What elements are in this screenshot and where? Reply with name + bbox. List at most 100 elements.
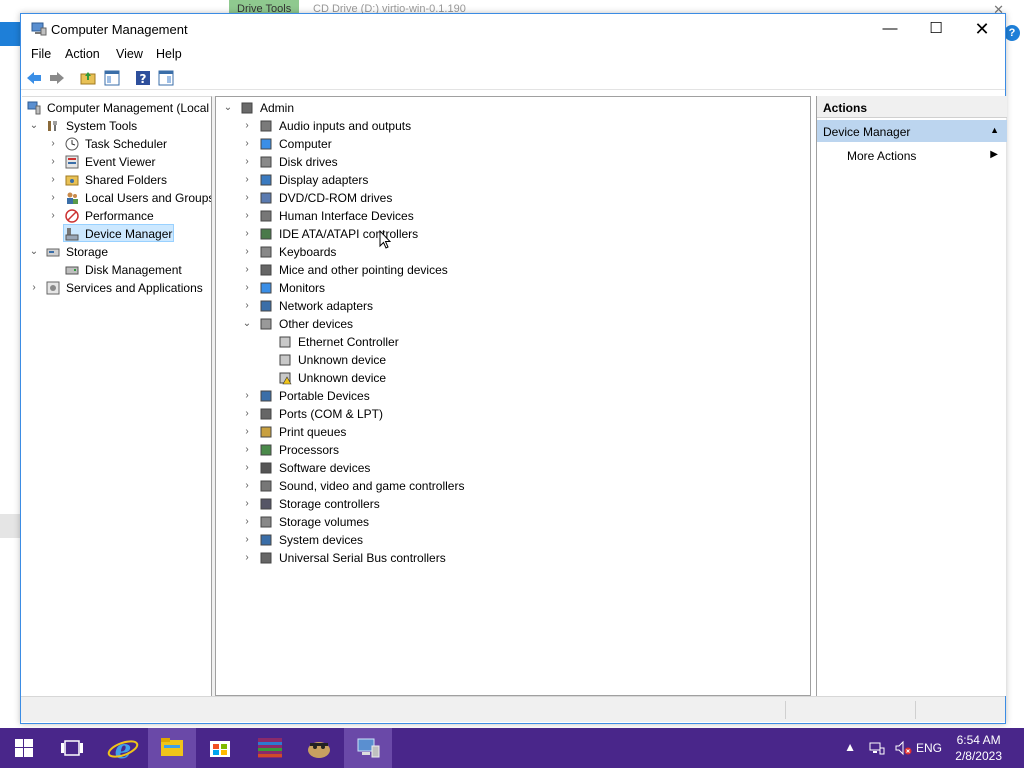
chevron-right-icon[interactable]: › — [29, 279, 39, 297]
volume-muted-icon[interactable] — [894, 740, 912, 756]
chevron-right-icon[interactable]: › — [242, 261, 252, 279]
action-pane-icon[interactable] — [157, 69, 175, 87]
tree-item-disk-management[interactable]: Disk Management — [22, 261, 211, 279]
up-folder-icon[interactable] — [79, 69, 97, 87]
device-category[interactable]: › Mice and other pointing devices — [216, 261, 806, 279]
tray-overflow-icon[interactable]: ▲ — [844, 740, 856, 754]
device-category[interactable]: › Universal Serial Bus controllers — [216, 549, 806, 567]
chevron-right-icon[interactable]: › — [242, 243, 252, 261]
device-category[interactable]: › Software devices — [216, 459, 806, 477]
device-category[interactable]: › Storage controllers — [216, 495, 806, 513]
tree-root[interactable]: Computer Management (Local — [22, 99, 211, 117]
tree-item-system-tools[interactable]: ⌄ System Tools — [22, 117, 211, 135]
chevron-right-icon[interactable]: › — [48, 153, 58, 171]
device-category[interactable]: › Computer — [216, 135, 806, 153]
title-bar[interactable]: Computer Management — ☐ ✕ — [21, 14, 1005, 44]
tree-item-device-manager[interactable]: Device Manager — [22, 225, 211, 243]
chevron-right-icon[interactable]: › — [242, 423, 252, 441]
chevron-right-icon[interactable]: › — [48, 189, 58, 207]
device-category[interactable]: › Sound, video and game controllers — [216, 477, 806, 495]
tree-item-task-scheduler[interactable]: › Task Scheduler — [22, 135, 211, 153]
device-category[interactable]: › System devices — [216, 531, 806, 549]
chevron-right-icon[interactable]: › — [242, 117, 252, 135]
collapse-up-icon[interactable]: ▲ — [990, 125, 999, 135]
device-category[interactable]: › Network adapters — [216, 297, 806, 315]
device-category[interactable]: › Display adapters — [216, 171, 806, 189]
tree-item-shared-folders[interactable]: › Shared Folders — [22, 171, 211, 189]
chevron-right-icon[interactable]: › — [48, 135, 58, 153]
clock[interactable]: 6:54 AM 2/8/2023 — [955, 732, 1002, 764]
chevron-right-icon[interactable]: › — [242, 207, 252, 225]
chevron-right-icon[interactable]: › — [242, 189, 252, 207]
chevron-right-icon[interactable]: › — [242, 135, 252, 153]
device-item[interactable]: Unknown device — [216, 369, 806, 387]
chevron-right-icon[interactable]: › — [48, 207, 58, 225]
tree-item-performance[interactable]: › Performance — [22, 207, 211, 225]
device-tree-root[interactable]: ⌄ Admin — [216, 99, 806, 117]
device-category[interactable]: › Processors — [216, 441, 806, 459]
back-arrow-icon[interactable] — [25, 69, 43, 87]
chevron-down-icon[interactable]: ⌄ — [29, 117, 39, 135]
minimize-button[interactable]: — — [867, 14, 913, 44]
computer-management-taskbar-icon[interactable] — [344, 728, 392, 768]
menu-view[interactable]: View — [116, 47, 143, 61]
chevron-right-icon[interactable]: › — [242, 549, 252, 567]
device-category[interactable]: › Audio inputs and outputs — [216, 117, 806, 135]
store-icon[interactable] — [196, 728, 244, 768]
chevron-right-icon[interactable]: › — [242, 405, 252, 423]
forward-arrow-icon[interactable] — [48, 69, 66, 87]
device-category[interactable]: › Storage volumes — [216, 513, 806, 531]
chevron-right-icon[interactable]: › — [242, 459, 252, 477]
internet-explorer-icon[interactable]: e — [99, 728, 147, 768]
actions-section-device-manager[interactable]: Device Manager ▲ — [817, 120, 1007, 142]
show-hide-tree-icon[interactable] — [103, 69, 121, 87]
device-item[interactable]: Unknown device — [216, 351, 806, 369]
background-help-icon[interactable]: ? — [1004, 25, 1020, 41]
task-view-button[interactable] — [48, 728, 96, 768]
device-category[interactable]: › DVD/CD-ROM drives — [216, 189, 806, 207]
application-icon[interactable] — [295, 728, 343, 768]
device-category[interactable]: › Print queues — [216, 423, 806, 441]
chevron-right-icon[interactable]: › — [242, 513, 252, 531]
device-category[interactable]: › Monitors — [216, 279, 806, 297]
chevron-right-icon[interactable]: › — [242, 279, 252, 297]
file-explorer-icon[interactable] — [148, 728, 196, 768]
device-category[interactable]: › Ports (COM & LPT) — [216, 405, 806, 423]
chevron-down-icon[interactable]: ⌄ — [29, 243, 39, 261]
tree-item-event-viewer[interactable]: › Event Viewer — [22, 153, 211, 171]
device-category[interactable]: ⌄ Other devices — [216, 315, 806, 333]
tree-item-local-users[interactable]: › Local Users and Groups — [22, 189, 211, 207]
chevron-right-icon[interactable]: › — [242, 495, 252, 513]
chevron-down-icon[interactable]: ⌄ — [223, 99, 233, 117]
chevron-right-icon[interactable]: › — [242, 477, 252, 495]
device-category[interactable]: › IDE ATA/ATAPI controllers — [216, 225, 806, 243]
device-category[interactable]: › Portable Devices — [216, 387, 806, 405]
tree-item-services[interactable]: › Services and Applications — [22, 279, 211, 297]
device-item[interactable]: Ethernet Controller — [216, 333, 806, 351]
chevron-right-icon[interactable]: › — [242, 225, 252, 243]
help-icon[interactable]: ? — [134, 69, 152, 87]
menu-action[interactable]: Action — [65, 47, 100, 61]
device-category[interactable]: › Disk drives — [216, 153, 806, 171]
language-indicator[interactable]: ENG — [916, 741, 942, 755]
tree-item-storage[interactable]: ⌄ Storage — [22, 243, 211, 261]
device-category[interactable]: › Human Interface Devices — [216, 207, 806, 225]
menu-file[interactable]: File — [31, 47, 51, 61]
chevron-right-icon[interactable]: › — [242, 387, 252, 405]
chevron-right-icon[interactable]: › — [242, 441, 252, 459]
menu-help[interactable]: Help — [156, 47, 182, 61]
chevron-right-icon[interactable]: › — [242, 171, 252, 189]
network-icon[interactable] — [868, 740, 886, 756]
close-button[interactable]: ✕ — [959, 14, 1005, 44]
chevron-right-icon[interactable]: › — [48, 171, 58, 189]
chevron-right-icon[interactable]: › — [242, 297, 252, 315]
start-button[interactable] — [0, 728, 48, 768]
chevron-down-icon[interactable]: ⌄ — [242, 315, 252, 333]
maximize-button[interactable]: ☐ — [913, 14, 959, 44]
more-actions-item[interactable]: More Actions — [847, 149, 916, 163]
chevron-right-icon[interactable]: › — [242, 153, 252, 171]
device-tree-label: Mice and other pointing devices — [279, 263, 448, 277]
winrar-icon[interactable] — [246, 728, 294, 768]
device-category[interactable]: › Keyboards — [216, 243, 806, 261]
chevron-right-icon[interactable]: › — [242, 531, 252, 549]
